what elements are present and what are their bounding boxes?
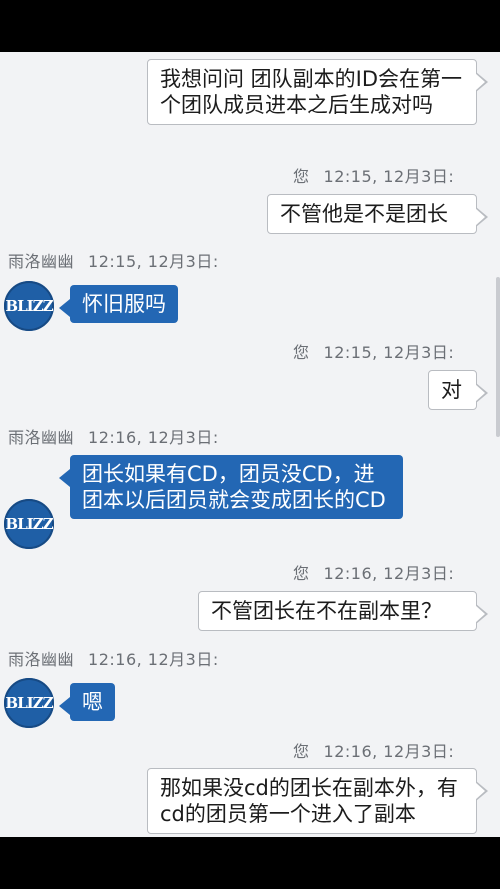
timestamp: 12:15, 12月3日:	[88, 252, 219, 271]
sender-name: 雨洛幽幽	[8, 428, 75, 447]
message-text: 我想问问 团队副本的ID会在第一个团队成员进本之后生成对吗	[160, 67, 463, 117]
blizzard-logo-icon: BLIZZ	[4, 499, 54, 549]
sender-name: 您	[293, 343, 310, 362]
message-meta: 雨洛幽幽 12:16, 12月3日:	[8, 424, 219, 448]
message-text: 对	[441, 378, 462, 402]
message-text: 不管团长在不在副本里？	[211, 599, 442, 623]
timestamp: 12:16, 12月3日:	[323, 742, 455, 761]
message-meta: 您 12:16, 12月3日:	[293, 560, 454, 584]
chat-log[interactable]: 我想问问 团队副本的ID会在第一个团队成员进本之后生成对吗 您 12:15, 12…	[0, 52, 500, 837]
timestamp: 12:16, 12月3日:	[323, 564, 455, 583]
sender-name: 雨洛幽幽	[8, 650, 75, 669]
message-meta: 您 12:16, 12月3日:	[293, 738, 454, 762]
user-message-bubble: 那如果没cd的团长在副本外，有cd的团员第一个进入了副本	[147, 768, 488, 834]
user-message-bubble: 不管他是不是团长	[267, 194, 488, 234]
sender-name: 雨洛幽幽	[8, 252, 75, 271]
avatar-label: BLIZZ	[5, 297, 53, 315]
message-meta: 雨洛幽幽 12:16, 12月3日:	[8, 646, 219, 670]
sender-name: 您	[293, 167, 310, 186]
blizzard-logo-icon: BLIZZ	[4, 678, 54, 728]
message-meta: 雨洛幽幽 12:15, 12月3日:	[8, 248, 219, 272]
message-text: 怀旧服吗	[82, 292, 166, 316]
navigation-bar	[0, 837, 500, 889]
sender-name: 您	[293, 564, 310, 583]
message-text: 团长如果有CD，团员没CD，进团本以后团员就会变成团长的CD	[82, 462, 386, 512]
agent-message-bubble: 怀旧服吗	[59, 285, 178, 323]
user-message-bubble: 不管团长在不在副本里？	[198, 591, 488, 631]
blizzard-logo-icon: BLIZZ	[4, 281, 54, 331]
message-text: 嗯	[82, 690, 103, 714]
timestamp: 12:16, 12月3日:	[88, 650, 219, 669]
scrollbar-thumb[interactable]	[496, 277, 500, 437]
message-meta: 您 12:15, 12月3日:	[293, 339, 454, 363]
user-message-bubble: 我想问问 团队副本的ID会在第一个团队成员进本之后生成对吗	[147, 59, 488, 125]
timestamp: 12:15, 12月3日:	[323, 343, 455, 362]
avatar-label: BLIZZ	[5, 694, 53, 712]
agent-message-bubble: 团长如果有CD，团员没CD，进团本以后团员就会变成团长的CD	[59, 455, 403, 519]
timestamp: 12:15, 12月3日:	[323, 167, 455, 186]
message-text: 那如果没cd的团长在副本外，有cd的团员第一个进入了副本	[160, 776, 458, 826]
agent-message-bubble: 嗯	[59, 683, 115, 721]
user-message-bubble: 对	[428, 370, 488, 410]
message-text: 不管他是不是团长	[280, 202, 448, 226]
status-bar	[0, 0, 500, 52]
timestamp: 12:16, 12月3日:	[88, 428, 219, 447]
sender-name: 您	[293, 742, 310, 761]
message-meta: 您 12:15, 12月3日:	[293, 163, 454, 187]
avatar-label: BLIZZ	[5, 515, 53, 533]
